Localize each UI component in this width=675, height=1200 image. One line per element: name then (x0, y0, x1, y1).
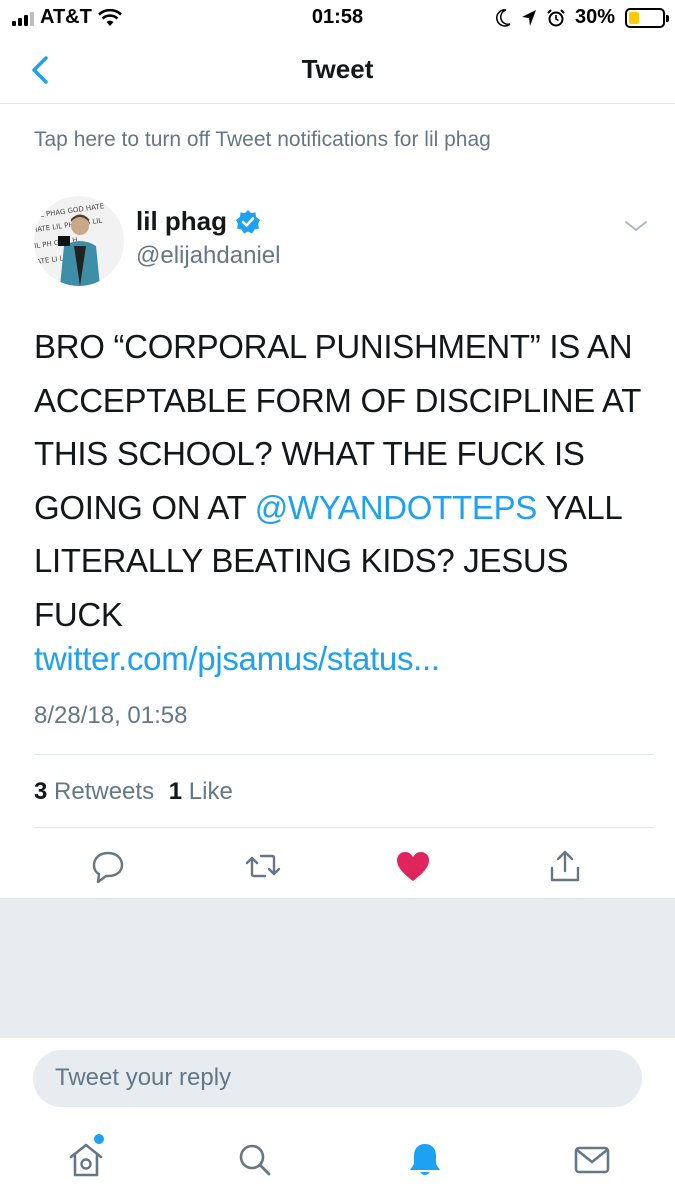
page-title: Tweet (301, 54, 374, 84)
reply-input[interactable]: Tweet your reply (33, 1050, 642, 1107)
alarm-icon (547, 8, 565, 26)
moon-icon (496, 8, 511, 27)
tweet-text: BRO “CORPORAL PUNISHMENT” IS AN ACCEPTAB… (34, 320, 654, 641)
tweet-actions (0, 840, 675, 896)
search-icon[interactable] (233, 1138, 277, 1182)
chevron-down-icon[interactable] (622, 216, 650, 236)
author-handle[interactable]: @elijahdaniel (136, 242, 280, 270)
retweet-count[interactable]: 3 (34, 778, 47, 805)
status-bar: AT&T 01:58 30% (0, 0, 675, 36)
likes-label[interactable]: Like (189, 778, 233, 805)
tweet-author: LIL PHAG GOD HATE HATE LIL PHAG S LIL IL… (34, 196, 654, 288)
messages-icon[interactable] (570, 1138, 614, 1182)
avatar[interactable]: LIL PHAG GOD HATE HATE LIL PHAG S LIL IL… (34, 196, 124, 286)
status-bar-right: 30% (495, 6, 669, 29)
navigation-bar: Tweet (0, 36, 675, 104)
share-icon[interactable] (545, 846, 585, 886)
retweet-icon[interactable] (243, 846, 283, 886)
retweets-label[interactable]: Retweets (54, 778, 154, 805)
reply-icon[interactable] (88, 846, 128, 886)
liked-heart-icon[interactable] (393, 846, 433, 886)
home-icon[interactable] (64, 1138, 108, 1182)
divider (34, 827, 654, 828)
mention-link[interactable]: @WYANDOTTEPS (255, 489, 538, 526)
empty-replies-area (0, 898, 675, 1038)
location-icon (521, 9, 536, 26)
notification-toggle-banner[interactable]: Tap here to turn off Tweet notifications… (0, 104, 675, 180)
tweet-url-link[interactable]: twitter.com/pjsamus/status... (34, 640, 440, 678)
author-name[interactable]: lil phag (136, 206, 227, 237)
tab-bar (0, 1122, 675, 1200)
tweet-timestamp: 8/28/18, 01:58 (34, 702, 188, 729)
like-count[interactable]: 1 (169, 778, 182, 805)
tweet-stats: 3 Retweets 1 Like (34, 778, 233, 806)
battery-icon (625, 7, 669, 28)
new-content-dot (94, 1134, 104, 1144)
divider (34, 754, 654, 755)
battery-percent: 30% (574, 6, 615, 28)
verified-badge-icon (236, 209, 260, 233)
author-name-row: lil phag (136, 206, 261, 237)
notifications-bell-icon[interactable] (403, 1138, 447, 1182)
